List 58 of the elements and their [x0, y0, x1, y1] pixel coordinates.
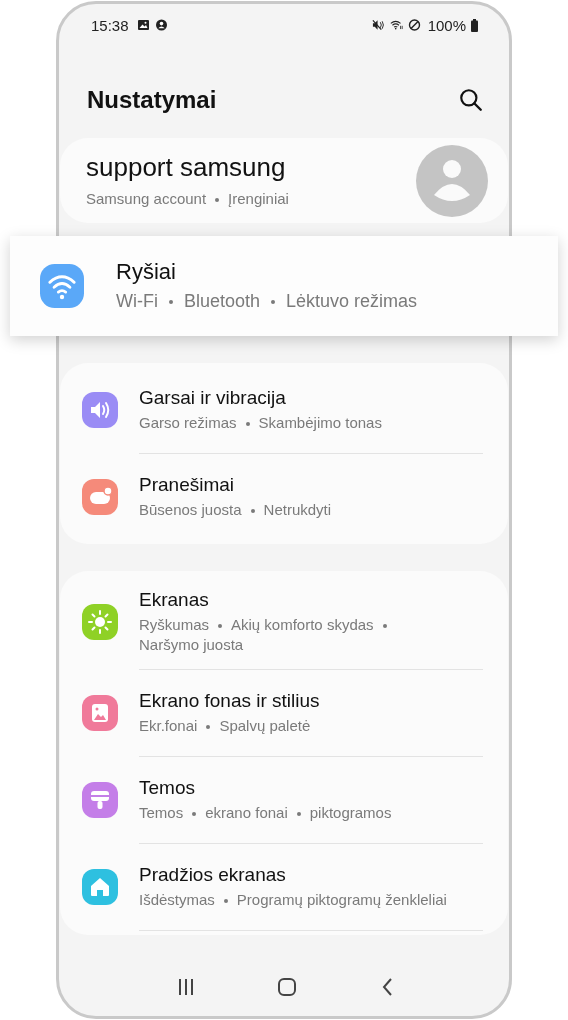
subtitle-text: Įrenginiai — [228, 190, 289, 207]
blocked-icon — [407, 19, 421, 31]
account-name: support samsung — [86, 152, 287, 183]
bullet-dot — [382, 624, 387, 629]
subtitle-text: Ekr.fonai — [139, 717, 198, 734]
avatar-icon — [416, 144, 488, 217]
subtitle-text: Netrukdyti — [263, 501, 332, 518]
subtitle-text: Akių komforto skydas — [231, 616, 374, 633]
page-title: Nustatymai — [87, 86, 217, 114]
battery-level: 100% — [427, 16, 466, 34]
subtitle-text: Temos — [139, 804, 184, 821]
status-time: 15:38 — [91, 16, 129, 34]
settings-item[interactable]: Ryšiai Wi-Fi Bluetooth Lėktuvo režimas — [10, 236, 558, 336]
subtitle-text: Programų piktogramų ženkleliai — [236, 891, 447, 908]
person-icon — [154, 19, 168, 31]
settings-item[interactable]: Pranešimai Būsenos juosta Netrukdyti — [60, 454, 508, 540]
item-title: Pradžios ekranas — [139, 864, 287, 886]
settings-item[interactable]: Temos Temos ekrano fonai piktogramos — [60, 757, 508, 843]
bullet-dot — [271, 300, 276, 305]
bullet-dot — [218, 624, 222, 629]
bullet-dot — [250, 509, 255, 514]
subtitle-text: Wi-Fi — [116, 291, 158, 311]
search-icon[interactable] — [458, 87, 484, 113]
account-card[interactable]: support samsung Samsung account Įrenginiai — [60, 138, 508, 223]
item-title: Ekranas — [139, 589, 210, 611]
bullet-dot — [192, 812, 197, 817]
mute-icon — [371, 19, 385, 31]
wifi-icon — [389, 19, 403, 31]
bullet-dot — [169, 300, 173, 305]
item-title: Pranešimai — [139, 474, 236, 496]
subtitle-text: Naršymo juosta — [139, 636, 244, 653]
item-title: Temos — [139, 777, 196, 799]
subtitle-text: Skambėjimo tonas — [258, 414, 382, 431]
bullet-dot — [223, 899, 228, 904]
image-icon — [136, 19, 150, 31]
subtitle-text: Samsung account — [86, 190, 207, 207]
bullet-dot — [206, 725, 211, 730]
subtitle-text: Spalvų paletė — [219, 717, 311, 734]
bullet-dot — [245, 422, 250, 427]
subtitle-text: piktogramos — [309, 804, 392, 821]
settings-item[interactable]: Ekranas Ryškumas Akių komforto skydas Naršymo juosta — [60, 575, 508, 669]
settings-item[interactable]: Ekrano fonas ir stilius Ekr.fonai Spalvų paletė — [60, 670, 508, 756]
subtitle-text: ekrano fonai — [205, 804, 288, 821]
battery-icon — [471, 18, 478, 32]
subtitle-text: Bluetooth — [184, 291, 261, 311]
settings-item[interactable]: Garsai ir vibracija Garso režimas Skambėjimo tonas — [60, 367, 508, 453]
bullet-dot — [296, 812, 301, 817]
subtitle-text: Garso režimas — [139, 414, 237, 431]
item-title: Garsai ir vibracija — [139, 387, 287, 409]
subtitle-text: Būsenos juosta — [139, 501, 242, 518]
subtitle-text: Lėktuvo režimas — [286, 291, 418, 311]
bullet-dot — [215, 198, 220, 203]
settings-item[interactable]: Pradžios ekranas Išdėstymas Programų piktogramų ženkleliai — [60, 844, 508, 930]
home-icon[interactable] — [275, 976, 298, 998]
subtitle-text: Išdėstymas — [139, 891, 215, 908]
subtitle-text: Ryškumas — [139, 616, 209, 633]
item-title: Ekrano fonas ir stilius — [139, 690, 320, 712]
item-title: Ryšiai — [116, 259, 177, 285]
